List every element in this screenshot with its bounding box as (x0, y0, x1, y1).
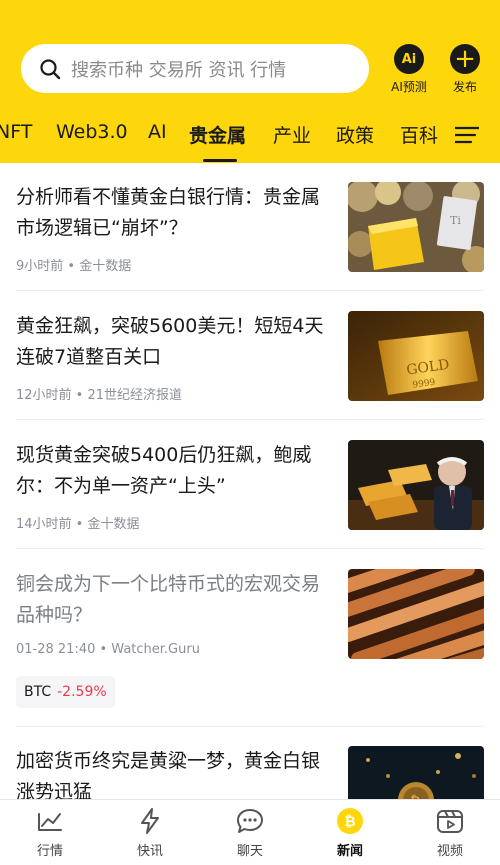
tab-wiki[interactable]: 百科 (400, 121, 438, 148)
tab-policy[interactable]: 政策 (336, 121, 374, 148)
news-meta: 12小时前 • 21世纪经济报道 (16, 388, 183, 403)
news-thumbnail (348, 569, 484, 659)
nav-video[interactable]: 视频 (410, 806, 490, 859)
nav-label: 行情 (36, 844, 63, 859)
divider (16, 290, 484, 291)
plus-icon: + (450, 44, 480, 74)
nav-label: 视频 (436, 844, 463, 859)
nav-news[interactable]: ₿ 新闻 (310, 806, 390, 859)
publish-button[interactable]: + 发布 (436, 44, 494, 96)
active-tab-indicator (203, 159, 237, 162)
nav-market[interactable]: 行情 (10, 806, 90, 859)
tab-ai[interactable]: AI (148, 121, 167, 143)
tab-industry[interactable]: 产业 (273, 121, 311, 148)
category-tabs: NFT Web3.0 AI 贵金属 产业 政策 百科 (0, 113, 500, 162)
tab-nft[interactable]: NFT (0, 121, 32, 143)
news-item[interactable]: 现货黄金突破5400后仍狂飙，鲍威尔：不为单一资产“上头” 14小时前 • 金十… (16, 440, 484, 532)
nav-label: 新闻 (336, 844, 363, 859)
publish-label: 发布 (452, 80, 477, 94)
bottom-nav: 行情 快讯 聊天 ₿ 新闻 视频 (0, 799, 500, 865)
coin-symbol: BTC (24, 684, 52, 700)
video-icon (437, 810, 463, 833)
search-placeholder: 搜索币种 交易所 资讯 行情 (71, 59, 287, 81)
divider (16, 419, 484, 420)
news-item[interactable]: 黄金狂飙，突破5600美元！短短4天连破7道整百关口 12小时前 • 21世纪经… (16, 311, 484, 403)
divider (16, 726, 484, 727)
news-thumbnail: GOLD 9999 (348, 311, 484, 401)
news-item[interactable]: 分析师看不懂黄金白银行情：贵金属市场逻辑已“崩坏”？ 9小时前 • 金十数据 T… (16, 182, 484, 274)
search-icon (40, 58, 61, 79)
news-title: 黄金狂飙，突破5600美元！短短4天连破7道整百关口 (16, 315, 324, 368)
news-meta: 14小时前 • 金十数据 (16, 517, 140, 532)
lightning-icon (141, 808, 159, 834)
menu-icon[interactable] (455, 125, 479, 145)
nav-chat[interactable]: 聊天 (210, 806, 290, 859)
nav-label: 聊天 (236, 844, 263, 859)
coin-price-chip[interactable]: BTC -2.59% (16, 676, 115, 708)
news-thumbnail: Ti (348, 182, 484, 272)
news-coin-icon: ₿ (337, 808, 363, 834)
search-bar[interactable]: 搜索币种 交易所 资讯 行情 (21, 44, 369, 93)
svg-text:Ti: Ti (450, 214, 461, 227)
news-thumbnail (348, 440, 484, 530)
news-title: 现货黄金突破5400后仍狂飙，鲍威尔：不为单一资产“上头” (16, 444, 312, 497)
chat-icon (237, 809, 263, 833)
news-title: 分析师看不懂黄金白银行情：贵金属市场逻辑已“崩坏”？ (16, 186, 321, 239)
svg-text:₿: ₿ (344, 814, 355, 830)
tab-precious-metals[interactable]: 贵金属 (189, 121, 246, 148)
nav-flash[interactable]: 快讯 (110, 806, 190, 859)
ai-predict-icon: Ai (394, 44, 424, 74)
tab-web3[interactable]: Web3.0 (56, 121, 128, 143)
news-meta: 9小时前 • 金十数据 (16, 259, 132, 274)
header: 搜索币种 交易所 资讯 行情 Ai AI预测 + 发布 NFT Web3.0 A… (0, 0, 500, 163)
divider (16, 548, 484, 549)
chart-icon (38, 813, 62, 831)
news-item[interactable]: 铜会成为下一个比特币式的宏观交易品种吗？ 01-28 21:40 • Watch… (16, 569, 484, 661)
news-meta: 01-28 21:40 • Watcher.Guru (16, 642, 200, 657)
ai-predict-label: AI预测 (391, 80, 427, 94)
coin-change: -2.59% (57, 684, 107, 700)
nav-label: 快讯 (136, 844, 163, 859)
news-title: 铜会成为下一个比特币式的宏观交易品种吗？ (16, 573, 321, 626)
ai-predict-button[interactable]: Ai AI预测 (380, 44, 438, 96)
